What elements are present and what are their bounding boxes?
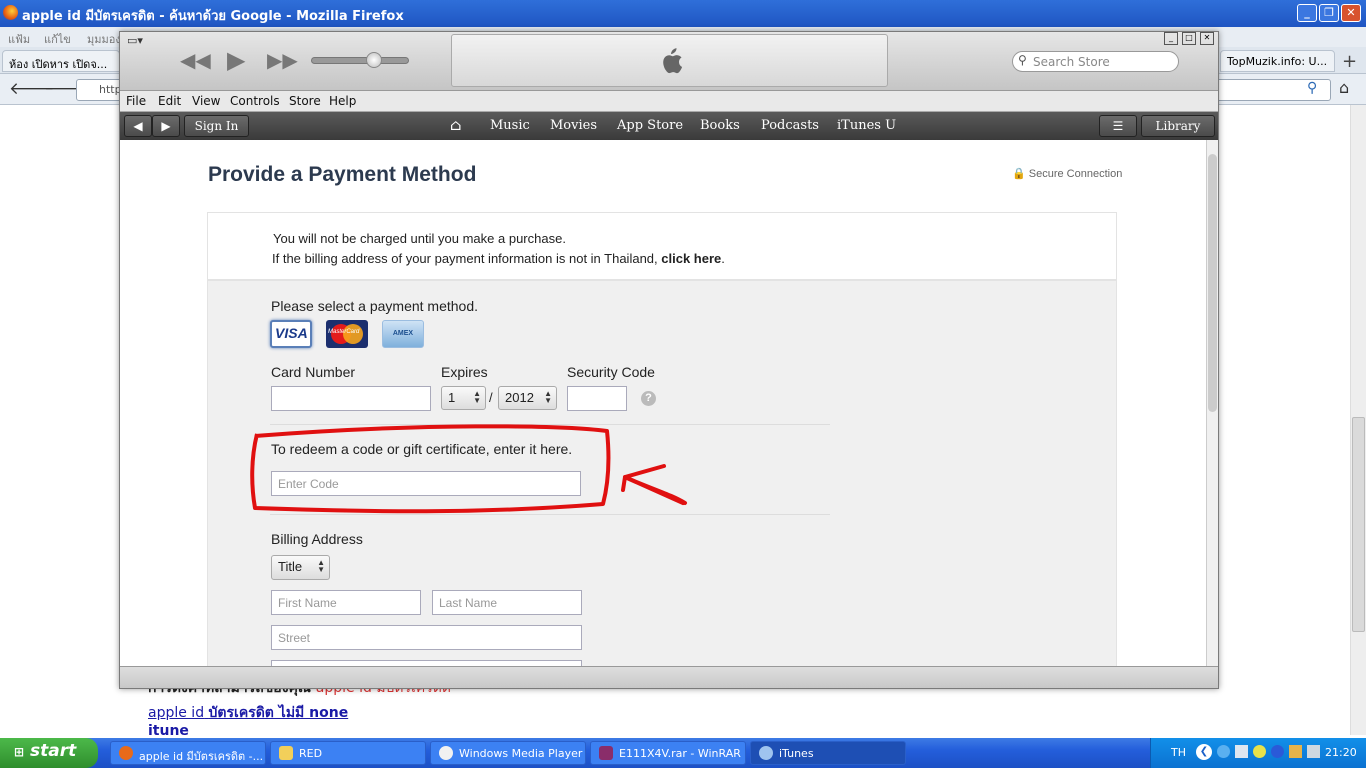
menu-edit[interactable]: แก้ไข [44,30,71,48]
itunes-toolbar: ▭▾ ◀◀ ▶ ▶▶ Search Store ⚲ _ □ ✕ [120,32,1218,91]
itunes-scrollbar[interactable] [1206,140,1218,666]
menu-edit[interactable]: Edit [158,94,181,108]
window-max-icon[interactable]: □ [1182,32,1196,45]
nav-podcasts[interactable]: Podcasts [761,118,819,133]
itunes-menu-bar: File Edit View Controls Store Help [120,91,1218,112]
task-firefox[interactable]: apple id มีบัตรเครดิต -... [110,741,266,765]
play-icon[interactable]: ▶ [227,46,245,74]
firefox-logo-icon [3,5,18,20]
store-forward-icon[interactable]: ▶ [152,115,180,137]
firefox-task-icon [119,746,133,760]
itunes-window: ▭▾ ◀◀ ▶ ▶▶ Search Store ⚲ _ □ ✕ File Edi… [119,31,1219,689]
restore-icon[interactable]: ❐ [1319,4,1339,22]
payment-page: Provide a Payment Method 🔒 Secure Connec… [120,140,1206,666]
home-icon[interactable]: ⌂ [1339,78,1349,97]
list-menu-icon[interactable]: ☰ [1099,115,1137,137]
new-tab-icon[interactable]: + [1342,51,1357,72]
mini-player-icon[interactable]: ▭▾ [127,34,143,47]
itunes-scroll-thumb[interactable] [1208,154,1217,412]
task-red-folder[interactable]: RED [270,741,426,765]
nav-itunes-u[interactable]: iTunes U [837,118,896,133]
info-icon[interactable] [1253,745,1266,758]
windows-logo-icon: ⊞ [14,745,25,759]
task-itunes[interactable]: iTunes [750,741,906,765]
next-icon[interactable]: ▶▶ [267,48,298,72]
security-icon[interactable] [1289,745,1302,758]
menu-view[interactable]: View [192,94,220,108]
sign-in-button[interactable]: Sign In [184,115,249,137]
search-icon: ⚲ [1018,53,1027,67]
page-line-2[interactable]: apple id บัตรเครดิต ไม่มี none [148,702,348,724]
itunes-status-bar [120,666,1218,688]
nav-app-store[interactable]: App Store [617,118,683,133]
menu-help[interactable]: Help [329,94,356,108]
winrar-icon [599,746,613,760]
firefox-window-title: apple id มีบัตรเครดิต - ค้นหาด้วย Google… [22,9,404,24]
system-tray: TH ❮ 21:20 [1150,738,1366,768]
previous-icon[interactable]: ◀◀ [180,48,211,72]
window-close-icon[interactable]: ✕ [1200,32,1214,45]
clock: 21:20 [1325,746,1357,759]
taskbar: ⊞ start apple id มีบัตรเครดิต -... RED W… [0,738,1366,768]
firefox-scroll-thumb[interactable] [1352,417,1365,632]
window-min-icon[interactable]: _ [1164,32,1178,45]
nav-books[interactable]: Books [700,118,740,133]
menu-file[interactable]: File [126,94,146,108]
close-icon[interactable]: ✕ [1341,4,1361,22]
bluetooth-icon[interactable] [1271,745,1284,758]
minimize-icon[interactable]: _ [1297,4,1317,22]
apple-logo-icon [662,48,682,74]
red-annotation [250,424,687,514]
firefox-scrollbar[interactable] [1350,105,1366,735]
nav-movies[interactable]: Movies [550,118,597,133]
page-line-3[interactable]: itune [148,723,189,739]
task-media-player[interactable]: Windows Media Player [430,741,586,765]
menu-controls[interactable]: Controls [230,94,280,108]
itunes-task-icon [759,746,773,760]
tab-1[interactable]: ห้อง เปิดหาร เปิดจ... [2,50,120,72]
nav-music[interactable]: Music [490,118,530,133]
network-icon[interactable] [1217,745,1230,758]
display-icon[interactable] [1235,745,1248,758]
tray-expand-icon[interactable]: ❮ [1196,744,1212,760]
store-search-input[interactable]: Search Store [1012,51,1179,72]
folder-icon [279,746,293,760]
monitor-icon[interactable] [1307,745,1320,758]
start-button[interactable]: ⊞ start [0,738,98,768]
library-button[interactable]: Library [1141,115,1215,137]
search-go-icon[interactable]: ⚲ [1307,80,1317,96]
firefox-title-bar: apple id มีบัตรเครดิต - ค้นหาด้วย Google… [0,0,1366,27]
media-player-icon [439,746,453,760]
menu-view[interactable]: มุมมอง [87,30,121,48]
menu-file[interactable]: แฟ้ม [8,30,30,48]
apple-logo-display [451,34,888,87]
store-back-icon[interactable]: ◀ [124,115,152,137]
annotation-arrow [621,464,687,505]
store-home-icon[interactable]: ⌂ [450,116,461,134]
volume-slider[interactable] [311,57,409,64]
tab-topmuzik[interactable]: TopMuzik.info: U... [1220,50,1335,72]
menu-store[interactable]: Store [289,94,321,108]
task-winrar[interactable]: E111X4V.rar - WinRAR [590,741,746,765]
store-nav-bar: ◀ ▶ Sign In ⌂ Music Movies App Store Boo… [120,112,1218,140]
language-indicator[interactable]: TH [1171,746,1186,759]
annotation-circle [250,424,611,514]
volume-knob[interactable] [366,52,382,68]
